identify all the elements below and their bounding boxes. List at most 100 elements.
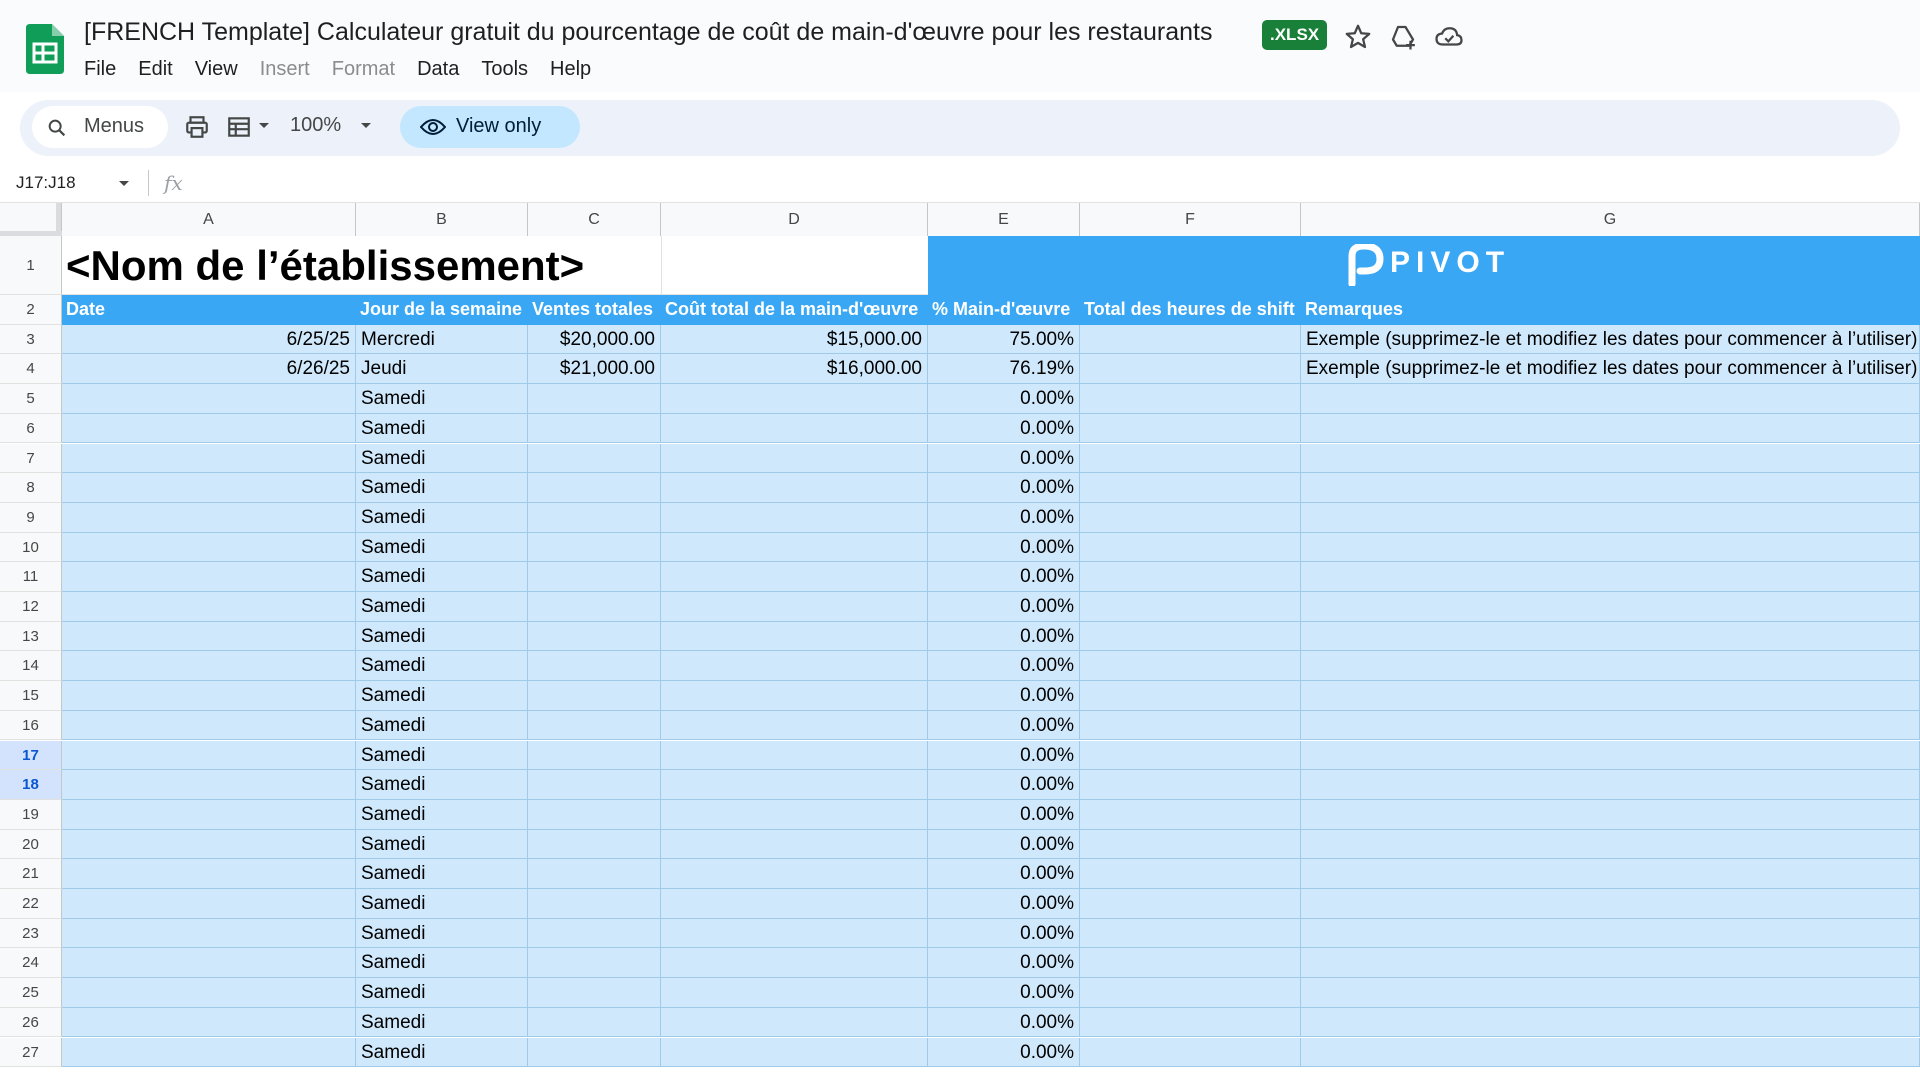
caret-down-icon[interactable]: [258, 122, 270, 130]
cell-sales[interactable]: [528, 413, 661, 444]
cell-notes[interactable]: [1301, 889, 1920, 919]
search-menus-button[interactable]: Menus: [32, 106, 168, 148]
cell-day[interactable]: Jeudi: [356, 354, 528, 385]
select-all-corner[interactable]: [0, 203, 62, 236]
cell-pct[interactable]: 0.00%: [928, 621, 1080, 652]
cell-notes[interactable]: [1301, 799, 1920, 830]
cell-hours[interactable]: [1080, 562, 1301, 592]
cell-hours[interactable]: [1080, 710, 1301, 741]
cell-pct[interactable]: 0.00%: [928, 889, 1080, 919]
cell-pct[interactable]: 0.00%: [928, 918, 1080, 949]
cell-sales[interactable]: [528, 1007, 661, 1038]
row-header-12[interactable]: 12: [0, 592, 62, 622]
cell-notes[interactable]: [1301, 562, 1920, 592]
empty-cell-d1[interactable]: [662, 236, 928, 295]
cell-day[interactable]: Samedi: [356, 889, 528, 919]
cell-notes[interactable]: [1301, 502, 1920, 533]
cell-day[interactable]: Samedi: [356, 770, 528, 800]
cell-hours[interactable]: [1080, 502, 1301, 533]
cell-labor[interactable]: [661, 384, 928, 414]
row-header-2[interactable]: 2: [0, 295, 62, 325]
table-format-icon[interactable]: [226, 114, 252, 140]
cell-day[interactable]: Samedi: [356, 502, 528, 533]
cell-date[interactable]: [62, 1037, 356, 1068]
cell-day[interactable]: Samedi: [356, 532, 528, 563]
cell-pct[interactable]: 0.00%: [928, 799, 1080, 830]
cell-day[interactable]: Samedi: [356, 443, 528, 474]
cell-sales[interactable]: [528, 948, 661, 979]
cell-notes[interactable]: [1301, 948, 1920, 979]
cell-hours[interactable]: [1080, 918, 1301, 949]
cell-sales[interactable]: [528, 740, 661, 771]
cell-labor[interactable]: $15,000.00: [661, 324, 928, 355]
cell-notes[interactable]: [1301, 592, 1920, 622]
row-header-10[interactable]: 10: [0, 532, 62, 563]
cell-date[interactable]: [62, 859, 356, 889]
cell-sales[interactable]: $21,000.00: [528, 354, 661, 385]
column-header-e[interactable]: E: [928, 203, 1080, 236]
cell-hours[interactable]: [1080, 681, 1301, 711]
cell-hours[interactable]: [1080, 473, 1301, 503]
cell-labor[interactable]: [661, 443, 928, 474]
cell-hours[interactable]: [1080, 1037, 1301, 1068]
cell-pct[interactable]: 0.00%: [928, 443, 1080, 474]
cell-pct[interactable]: 75.00%: [928, 324, 1080, 355]
cell-labor[interactable]: [661, 681, 928, 711]
cell-day[interactable]: Samedi: [356, 681, 528, 711]
cell-sales[interactable]: $20,000.00: [528, 324, 661, 355]
cell-date[interactable]: [62, 829, 356, 860]
cell-labor[interactable]: [661, 592, 928, 622]
cell-day[interactable]: Samedi: [356, 948, 528, 979]
cell-labor[interactable]: [661, 859, 928, 889]
row-header-4[interactable]: 4: [0, 354, 62, 385]
row-header-21[interactable]: 21: [0, 859, 62, 889]
cell-sales[interactable]: [528, 978, 661, 1008]
cell-pct[interactable]: 0.00%: [928, 502, 1080, 533]
cell-pct[interactable]: 0.00%: [928, 413, 1080, 444]
cell-pct[interactable]: 0.00%: [928, 859, 1080, 889]
cell-date[interactable]: [62, 740, 356, 771]
row-header-17[interactable]: 17: [0, 740, 62, 771]
cell-hours[interactable]: [1080, 948, 1301, 979]
cell-labor[interactable]: [661, 562, 928, 592]
cell-day[interactable]: Samedi: [356, 413, 528, 444]
row-header-22[interactable]: 22: [0, 889, 62, 919]
cell-date[interactable]: [62, 770, 356, 800]
cell-pct[interactable]: 76.19%: [928, 354, 1080, 385]
row-header-15[interactable]: 15: [0, 681, 62, 711]
cell-hours[interactable]: [1080, 621, 1301, 652]
cell-hours[interactable]: [1080, 443, 1301, 474]
row-header-11[interactable]: 11: [0, 562, 62, 592]
cell-labor[interactable]: [661, 889, 928, 919]
cell-notes[interactable]: [1301, 1007, 1920, 1038]
column-title-g[interactable]: Remarques: [1301, 295, 1920, 325]
cell-date[interactable]: [62, 710, 356, 741]
cell-sales[interactable]: [528, 651, 661, 682]
cell-day[interactable]: Samedi: [356, 799, 528, 830]
column-title-d[interactable]: Coût total de la main-d'œuvre: [661, 295, 928, 325]
cell-pct[interactable]: 0.00%: [928, 681, 1080, 711]
cell-sales[interactable]: [528, 799, 661, 830]
row-header-5[interactable]: 5: [0, 384, 62, 414]
column-header-c[interactable]: C: [528, 203, 661, 236]
cell-notes[interactable]: [1301, 621, 1920, 652]
cell-day[interactable]: Samedi: [356, 473, 528, 503]
cell-sales[interactable]: [528, 592, 661, 622]
cell-sales[interactable]: [528, 384, 661, 414]
cell-date[interactable]: [62, 502, 356, 533]
cell-date[interactable]: [62, 384, 356, 414]
cell-date[interactable]: [62, 651, 356, 682]
cell-pct[interactable]: 0.00%: [928, 1037, 1080, 1068]
cell-sales[interactable]: [528, 770, 661, 800]
menu-format[interactable]: Format: [321, 55, 406, 83]
cell-pct[interactable]: 0.00%: [928, 384, 1080, 414]
cell-notes[interactable]: [1301, 532, 1920, 563]
column-title-c[interactable]: Ventes totales: [528, 295, 661, 325]
row-header-13[interactable]: 13: [0, 621, 62, 652]
menu-insert[interactable]: Insert: [249, 55, 321, 83]
row-header-20[interactable]: 20: [0, 829, 62, 860]
column-title-e[interactable]: % Main-d'œuvre: [928, 295, 1080, 325]
drive-add-icon[interactable]: [1388, 22, 1418, 52]
menu-view[interactable]: View: [184, 55, 249, 83]
cell-hours[interactable]: [1080, 740, 1301, 771]
